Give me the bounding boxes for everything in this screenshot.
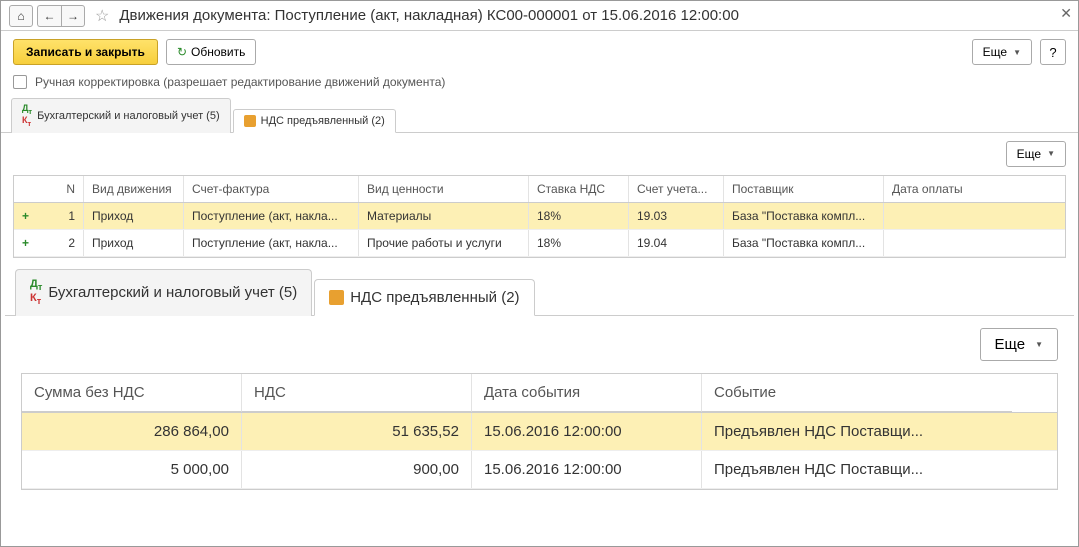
col-event[interactable]: Событие: [702, 374, 1012, 412]
plus-icon: +: [22, 236, 29, 250]
tab-vat[interactable]: НДС предъявленный (2): [233, 109, 396, 133]
tab-vat-label: НДС предъявленный (2): [261, 115, 385, 127]
manual-correction-checkbox[interactable]: [13, 75, 27, 89]
tabs-large: ДтКт Бухгалтерский и налоговый учет (5) …: [5, 268, 1074, 316]
refresh-button[interactable]: ↻ Обновить: [166, 39, 256, 65]
tab-lg-accounting[interactable]: ДтКт Бухгалтерский и налоговый учет (5): [15, 269, 312, 316]
table-row[interactable]: +1 Приход Поступление (акт, накла... Мат…: [14, 203, 1065, 230]
grid-vat-presented: N Вид движения Счет-фактура Вид ценности…: [13, 175, 1066, 258]
titlebar: ⌂ ← → ☆ Движения документа: Поступление …: [1, 1, 1078, 31]
zoom-panel: ДтКт Бухгалтерский и налоговый учет (5) …: [1, 268, 1078, 490]
plus-icon: +: [22, 209, 29, 223]
tab-lg-vat[interactable]: НДС предъявленный (2): [314, 279, 534, 316]
col-vat-rate[interactable]: Ставка НДС: [529, 176, 629, 202]
chevron-down-icon: ▼: [1035, 340, 1043, 349]
vat-icon: [244, 115, 256, 127]
vat-icon: [329, 290, 344, 305]
window: ✕ ⌂ ← → ☆ Движения документа: Поступлени…: [0, 0, 1079, 547]
manual-correction-row: Ручная корректировка (разрешает редактир…: [1, 71, 1078, 97]
grid-vat-detail: Сумма без НДС НДС Дата события Событие 2…: [21, 373, 1058, 490]
col-vat[interactable]: НДС: [242, 374, 472, 412]
col-event-date[interactable]: Дата события: [472, 374, 702, 412]
forward-button[interactable]: →: [61, 5, 85, 27]
table-row[interactable]: 5 000,00 900,00 15.06.2016 12:00:00 Пред…: [22, 451, 1057, 489]
refresh-label: Обновить: [191, 45, 245, 59]
grid1-more-button[interactable]: Еще ▼: [1006, 141, 1066, 167]
col-supplier[interactable]: Поставщик: [724, 176, 884, 202]
grid1-header: N Вид движения Счет-фактура Вид ценности…: [14, 176, 1065, 203]
grid2-header: Сумма без НДС НДС Дата события Событие: [22, 374, 1057, 413]
col-account[interactable]: Счет учета...: [629, 176, 724, 202]
col-n[interactable]: N: [14, 176, 84, 202]
grid2-toolbar: Еще ▼: [5, 316, 1074, 373]
grid1-more-label: Еще: [1017, 147, 1041, 161]
favorite-icon[interactable]: ☆: [89, 6, 115, 26]
close-icon[interactable]: ✕: [1060, 5, 1072, 22]
toolbar: Записать и закрыть ↻ Обновить Еще ▼ ?: [1, 31, 1078, 71]
tab-lg-accounting-label: Бухгалтерский и налоговый учет (5): [48, 284, 297, 301]
col-value-type[interactable]: Вид ценности: [359, 176, 529, 202]
tab-accounting[interactable]: ДтКт Бухгалтерский и налоговый учет (5): [11, 98, 231, 133]
help-button[interactable]: ?: [1040, 39, 1066, 65]
col-payment-date[interactable]: Дата оплаты: [884, 176, 994, 202]
grid2-more-button[interactable]: Еще ▼: [980, 328, 1058, 361]
tab-lg-vat-label: НДС предъявленный (2): [350, 289, 519, 306]
more-label: Еще: [983, 45, 1007, 59]
home-button[interactable]: ⌂: [9, 5, 33, 27]
manual-correction-label: Ручная корректировка (разрешает редактир…: [35, 75, 445, 89]
dk-icon: ДтКт: [30, 279, 42, 307]
chevron-down-icon: ▼: [1013, 48, 1021, 57]
col-sum-no-vat[interactable]: Сумма без НДС: [22, 374, 242, 412]
table-row[interactable]: +2 Приход Поступление (акт, накла... Про…: [14, 230, 1065, 257]
dk-icon: ДтКт: [22, 104, 32, 128]
more-button[interactable]: Еще ▼: [972, 39, 1032, 65]
grid2-more-label: Еще: [995, 336, 1026, 353]
back-button[interactable]: ←: [37, 5, 61, 27]
chevron-down-icon: ▼: [1047, 149, 1055, 158]
tab-accounting-label: Бухгалтерский и налоговый учет (5): [37, 110, 220, 122]
window-title: Движения документа: Поступление (акт, на…: [119, 7, 739, 24]
save-close-button[interactable]: Записать и закрыть: [13, 39, 158, 65]
col-invoice[interactable]: Счет-фактура: [184, 176, 359, 202]
tabs-small: ДтКт Бухгалтерский и налоговый учет (5) …: [1, 97, 1078, 133]
grid1-toolbar: Еще ▼: [1, 133, 1078, 175]
refresh-icon: ↻: [177, 45, 187, 59]
table-row[interactable]: 286 864,00 51 635,52 15.06.2016 12:00:00…: [22, 413, 1057, 451]
col-movement-type[interactable]: Вид движения: [84, 176, 184, 202]
